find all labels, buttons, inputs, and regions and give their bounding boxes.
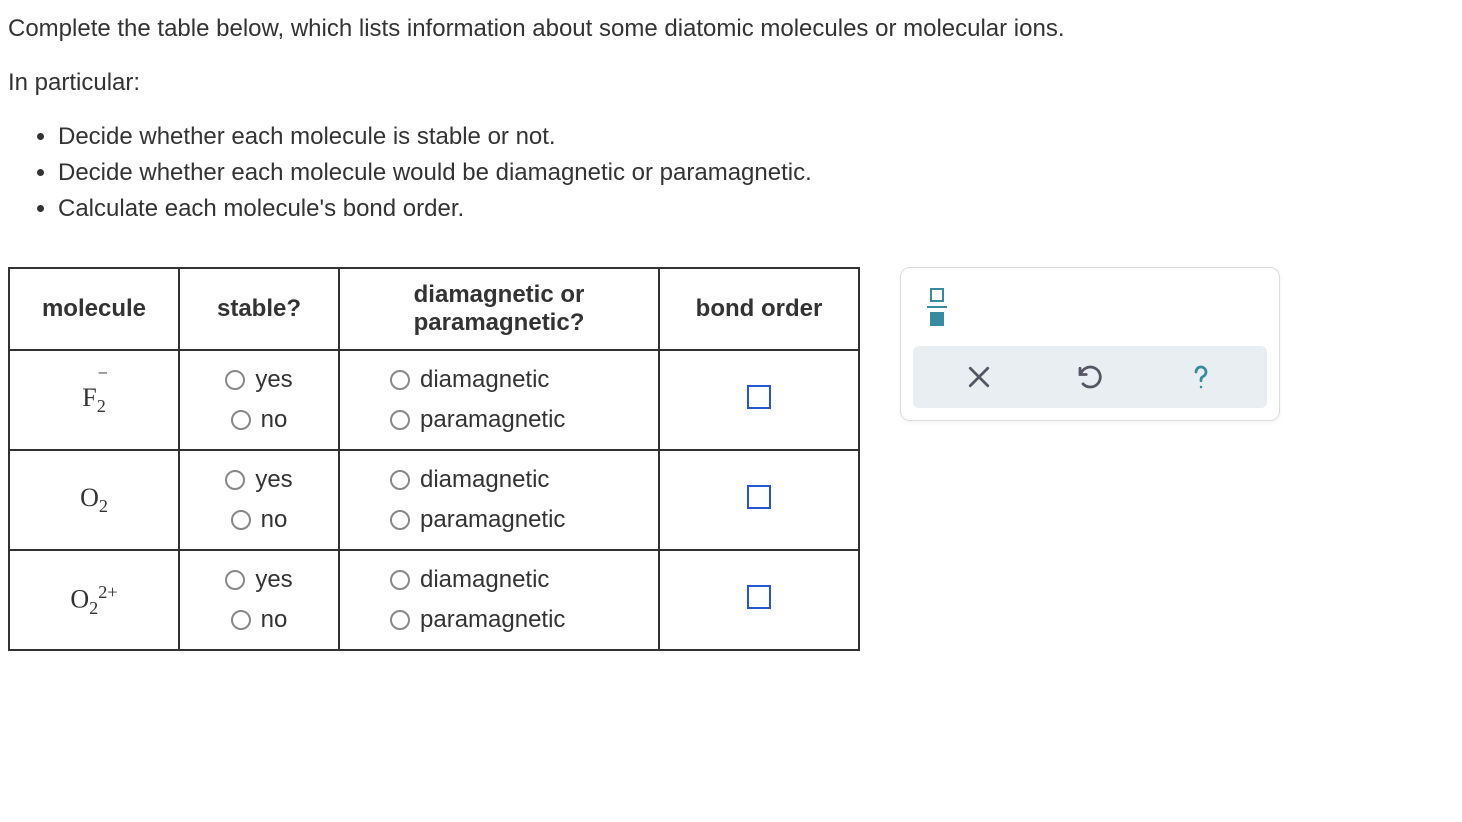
radio-label: paramagnetic — [420, 606, 565, 634]
radio-icon — [390, 510, 410, 530]
radio-icon — [390, 410, 410, 430]
magnetic-cell: diamagnetic paramagnetic — [339, 550, 659, 650]
bullet-stable: Decide whether each molecule is stable o… — [58, 119, 1454, 155]
radio-icon — [390, 570, 410, 590]
bond-order-input[interactable] — [747, 485, 771, 509]
bond-order-cell — [659, 450, 859, 550]
reset-icon[interactable] — [1073, 360, 1107, 394]
radio-label: diamagnetic — [420, 366, 549, 394]
molecule-table: molecule stable? diamagnetic or paramagn… — [8, 267, 860, 651]
radio-icon — [231, 610, 251, 630]
stable-cell: yes no — [179, 450, 339, 550]
bond-order-cell — [659, 350, 859, 450]
diamagnetic-radio[interactable]: diamagnetic — [390, 360, 638, 400]
help-icon[interactable] — [1184, 360, 1218, 394]
stable-cell: yes no — [179, 550, 339, 650]
bullet-bond-order: Calculate each molecule's bond order. — [58, 191, 1454, 227]
clear-icon[interactable] — [962, 360, 996, 394]
radio-label: yes — [255, 566, 292, 594]
radio-label: paramagnetic — [420, 506, 565, 534]
fraction-icon[interactable] — [927, 288, 947, 326]
radio-icon — [390, 470, 410, 490]
paramagnetic-radio[interactable]: paramagnetic — [390, 600, 638, 640]
molecule-cell: O2 — [9, 450, 179, 550]
radio-icon — [225, 470, 245, 490]
stable-cell: yes no — [179, 350, 339, 450]
header-stable: stable? — [179, 268, 339, 350]
paramagnetic-radio[interactable]: paramagnetic — [390, 500, 638, 540]
radio-label: yes — [255, 366, 292, 394]
molecule-cell: F−2 — [9, 350, 179, 450]
tool-bottom-row — [913, 346, 1267, 408]
stable-no-radio[interactable]: no — [200, 600, 318, 640]
bullet-magnetic: Decide whether each molecule would be di… — [58, 155, 1454, 191]
stable-yes-radio[interactable]: yes — [200, 560, 318, 600]
intro-text-2: In particular: — [8, 66, 1454, 100]
stable-yes-radio[interactable]: yes — [200, 360, 318, 400]
magnetic-cell: diamagnetic paramagnetic — [339, 450, 659, 550]
radio-label: yes — [255, 466, 292, 494]
radio-label: diamagnetic — [420, 566, 549, 594]
radio-icon — [390, 370, 410, 390]
header-magnetic: diamagnetic or paramagnetic? — [339, 268, 659, 350]
radio-label: paramagnetic — [420, 406, 565, 434]
bond-order-input[interactable] — [747, 585, 771, 609]
molecule-cell: O22+ — [9, 550, 179, 650]
radio-icon — [231, 510, 251, 530]
diamagnetic-radio[interactable]: diamagnetic — [390, 460, 638, 500]
radio-icon — [225, 570, 245, 590]
bond-order-input[interactable] — [747, 385, 771, 409]
bond-order-cell — [659, 550, 859, 650]
header-bond-order: bond order — [659, 268, 859, 350]
paramagnetic-radio[interactable]: paramagnetic — [390, 400, 638, 440]
radio-icon — [390, 610, 410, 630]
radio-label: diamagnetic — [420, 466, 549, 494]
stable-no-radio[interactable]: no — [200, 500, 318, 540]
magnetic-cell: diamagnetic paramagnetic — [339, 350, 659, 450]
diamagnetic-radio[interactable]: diamagnetic — [390, 560, 638, 600]
radio-label: no — [261, 406, 288, 434]
instructions-list: Decide whether each molecule is stable o… — [8, 119, 1454, 227]
intro-text-1: Complete the table below, which lists in… — [8, 12, 1454, 46]
header-molecule: molecule — [9, 268, 179, 350]
stable-yes-radio[interactable]: yes — [200, 460, 318, 500]
radio-icon — [231, 410, 251, 430]
radio-label: no — [261, 506, 288, 534]
tool-top-row — [913, 280, 1267, 334]
radio-icon — [225, 370, 245, 390]
stable-no-radio[interactable]: no — [200, 400, 318, 440]
radio-label: no — [261, 606, 288, 634]
tool-panel — [900, 267, 1280, 421]
